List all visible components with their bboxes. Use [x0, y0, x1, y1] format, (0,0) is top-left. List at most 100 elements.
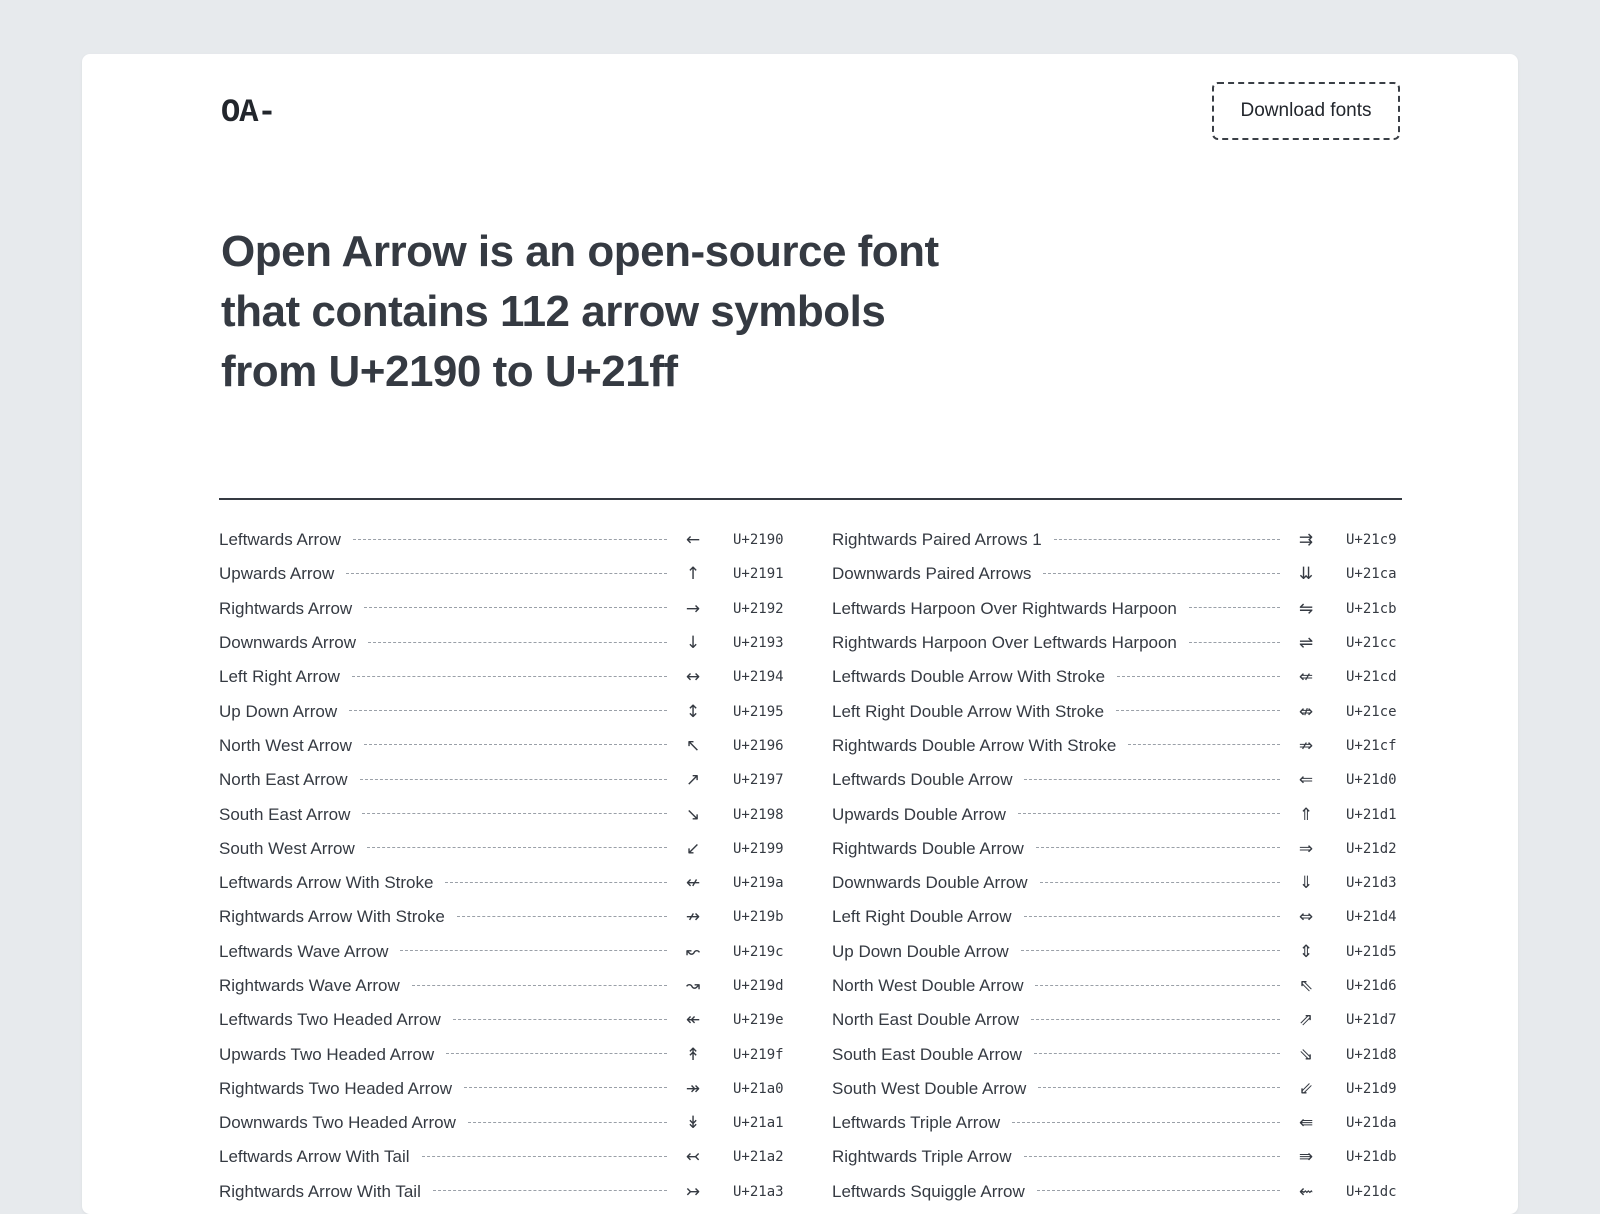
unicode-code: U+21cb	[1346, 600, 1397, 617]
dotted-leader	[1012, 1121, 1280, 1123]
dotted-leader	[1035, 847, 1280, 849]
arrow-glyph-icon: ⇚	[1298, 1113, 1314, 1134]
dotted-leader	[452, 1018, 667, 1020]
unicode-code: U+21cc	[1346, 635, 1397, 652]
unicode-code: U+2199	[733, 840, 784, 857]
arrow-name: Leftwards Arrow With Tail	[219, 1147, 410, 1167]
unicode-code: U+2191	[733, 566, 784, 583]
unicode-code: U+219e	[733, 1012, 784, 1029]
arrow-glyph-icon: ↓	[685, 633, 701, 654]
download-fonts-button[interactable]: Download fonts	[1212, 82, 1400, 140]
arrow-row[interactable]: Downwards Paired Arrows ⇊ U+21ca	[832, 557, 1402, 591]
arrow-name: Downwards Arrow	[219, 633, 356, 653]
arrow-row[interactable]: Rightwards Arrow With Stroke ↛ U+219b	[219, 900, 789, 934]
arrow-row[interactable]: Left Right Double Arrow With Stroke ⇎ U+21…	[832, 694, 1402, 728]
arrow-row[interactable]: Rightwards Harpoon Over Leftwards Harpoo…	[832, 626, 1402, 660]
dotted-leader	[366, 847, 667, 849]
arrow-name: Upwards Two Headed Arrow	[219, 1044, 435, 1064]
arrow-glyph-icon: ↡	[685, 1113, 701, 1134]
unicode-code: U+2195	[733, 703, 784, 720]
arrow-row[interactable]: Rightwards Double Arrow With Stroke ⇏ U+21…	[832, 729, 1402, 763]
unicode-code: U+21ca	[1346, 566, 1397, 583]
arrow-name: South East Double Arrow	[832, 1044, 1022, 1064]
arrow-row[interactable]: Left Right Arrow ↔ U+2194	[219, 660, 789, 694]
arrow-name: Left Right Double Arrow With Stroke	[832, 701, 1105, 721]
arrow-row[interactable]: Rightwards Arrow With Tail ↣ U+21a3	[219, 1175, 789, 1209]
arrow-row[interactable]: Rightwards Wave Arrow ↝ U+219d	[219, 969, 789, 1003]
arrow-row[interactable]: South East Arrow ↘ U+2198	[219, 797, 789, 831]
unicode-code: U+219f	[733, 1046, 784, 1063]
unicode-code: U+219a	[733, 875, 784, 892]
arrow-row[interactable]: Leftwards Harpoon Over Rightwards Harpoo…	[832, 592, 1402, 626]
unicode-code: U+21a1	[733, 1115, 784, 1132]
arrow-name: North East Double Arrow	[832, 1010, 1020, 1030]
dotted-leader	[464, 1087, 667, 1089]
arrow-row[interactable]: Leftwards Arrow ← U+2190	[219, 523, 789, 557]
dotted-leader	[1188, 641, 1280, 643]
dotted-leader	[359, 778, 667, 780]
unicode-code: U+21d4	[1346, 909, 1397, 926]
arrow-name: Up Down Arrow	[219, 701, 338, 721]
arrow-row[interactable]: Rightwards Two Headed Arrow ↠ U+21a0	[219, 1072, 789, 1106]
arrow-glyph-icon: ↟	[685, 1044, 701, 1065]
arrow-row[interactable]: North East Double Arrow ⇗ U+21d7	[832, 1003, 1402, 1037]
dotted-leader	[1039, 881, 1280, 883]
arrow-name: Rightwards Arrow	[219, 598, 353, 618]
arrow-glyph-icon: ⇗	[1298, 1010, 1314, 1031]
arrow-row[interactable]: Leftwards Two Headed Arrow ↞ U+219e	[219, 1003, 789, 1037]
arrow-row[interactable]: North East Arrow ↗ U+2197	[219, 763, 789, 797]
arrow-row[interactable]: Leftwards Wave Arrow ↜ U+219c	[219, 935, 789, 969]
arrow-row[interactable]: South East Double Arrow ⇘ U+21d8	[832, 1037, 1402, 1071]
dotted-leader	[1035, 984, 1280, 986]
arrow-glyph-icon: ⇛	[1298, 1147, 1314, 1168]
arrow-row[interactable]: Leftwards Double Arrow With Stroke ⇍ U+21c…	[832, 660, 1402, 694]
dotted-leader	[1024, 778, 1280, 780]
dotted-leader	[368, 641, 667, 643]
logo[interactable]: OA-	[221, 94, 277, 131]
unicode-code: U+21a0	[733, 1080, 784, 1097]
arrow-row[interactable]: Rightwards Paired Arrows 1 ⇉ U+21c9	[832, 523, 1402, 557]
unicode-code: U+21ce	[1346, 703, 1397, 720]
dotted-leader	[1036, 1190, 1280, 1192]
arrow-row[interactable]: Leftwards Arrow With Tail ↢ U+21a2	[219, 1140, 789, 1174]
arrow-glyph-icon: ⇎	[1298, 701, 1314, 722]
arrow-name: Up Down Double Arrow	[832, 941, 1009, 961]
arrow-row[interactable]: Upwards Arrow ↑ U+2191	[219, 557, 789, 591]
arrow-glyph-icon: ↛	[685, 907, 701, 928]
arrow-row[interactable]: Rightwards Double Arrow ⇒ U+21d2	[832, 832, 1402, 866]
arrow-row[interactable]: Downwards Arrow ↓ U+2193	[219, 626, 789, 660]
arrow-name: Rightwards Double Arrow	[832, 838, 1024, 858]
dotted-leader	[400, 950, 667, 952]
arrow-row[interactable]: Downwards Two Headed Arrow ↡ U+21a1	[219, 1106, 789, 1140]
arrow-glyph-icon: ⇑	[1298, 804, 1314, 825]
dotted-leader	[364, 607, 667, 609]
arrow-row[interactable]: North West Arrow ↖ U+2196	[219, 729, 789, 763]
arrow-row[interactable]: Up Down Arrow ↕ U+2195	[219, 694, 789, 728]
dotted-leader	[351, 675, 667, 677]
arrow-row[interactable]: Leftwards Squiggle Arrow ⇜ U+21dc	[832, 1175, 1402, 1209]
arrow-row[interactable]: Rightwards Triple Arrow ⇛ U+21db	[832, 1140, 1402, 1174]
arrow-row[interactable]: Leftwards Triple Arrow ⇚ U+21da	[832, 1106, 1402, 1140]
unicode-code: U+21cd	[1346, 669, 1397, 686]
arrow-row[interactable]: Upwards Two Headed Arrow ↟ U+219f	[219, 1037, 789, 1071]
arrow-row[interactable]: Leftwards Arrow With Stroke ↚ U+219a	[219, 866, 789, 900]
arrow-row[interactable]: South West Arrow ↙ U+2199	[219, 832, 789, 866]
dotted-leader	[362, 813, 667, 815]
arrow-row[interactable]: Upwards Double Arrow ⇑ U+21d1	[832, 797, 1402, 831]
unicode-code: U+21a3	[733, 1183, 784, 1200]
arrow-list-right: Rightwards Paired Arrows 1 ⇉ U+21c9 Downwar…	[832, 523, 1402, 1209]
arrow-glyph-icon: ⇜	[1298, 1181, 1314, 1202]
arrow-row[interactable]: Leftwards Double Arrow ⇐ U+21d0	[832, 763, 1402, 797]
arrow-row[interactable]: Up Down Double Arrow ⇕ U+21d5	[832, 935, 1402, 969]
arrow-row[interactable]: North West Double Arrow ⇖ U+21d6	[832, 969, 1402, 1003]
arrow-row[interactable]: Left Right Double Arrow ⇔ U+21d4	[832, 900, 1402, 934]
arrow-glyph-icon: ↔	[685, 667, 701, 688]
arrow-row[interactable]: Downwards Double Arrow ⇓ U+21d3	[832, 866, 1402, 900]
page-title: Open Arrow is an open-source font that c…	[221, 227, 939, 396]
arrow-glyph-icon: ⇋	[1298, 598, 1314, 619]
unicode-code: U+2196	[733, 737, 784, 754]
arrow-name: Rightwards Two Headed Arrow	[219, 1078, 453, 1098]
arrow-row[interactable]: Rightwards Arrow → U+2192	[219, 592, 789, 626]
arrow-row[interactable]: South West Double Arrow ⇙ U+21d9	[832, 1072, 1402, 1106]
unicode-code: U+21d7	[1346, 1012, 1397, 1029]
